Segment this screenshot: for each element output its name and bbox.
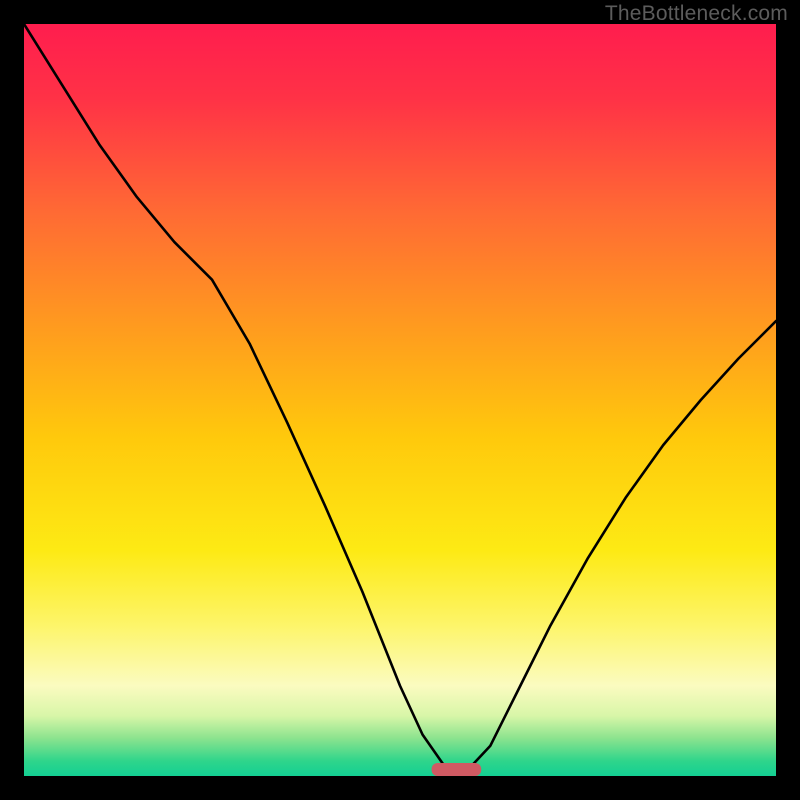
- heat-gradient-background: [24, 24, 776, 776]
- min-marker-pill: [432, 763, 482, 776]
- plot-area: [24, 24, 776, 776]
- bottleneck-chart-svg: [24, 24, 776, 776]
- watermark-text: TheBottleneck.com: [605, 2, 788, 26]
- chart-container: TheBottleneck.com: [0, 0, 800, 800]
